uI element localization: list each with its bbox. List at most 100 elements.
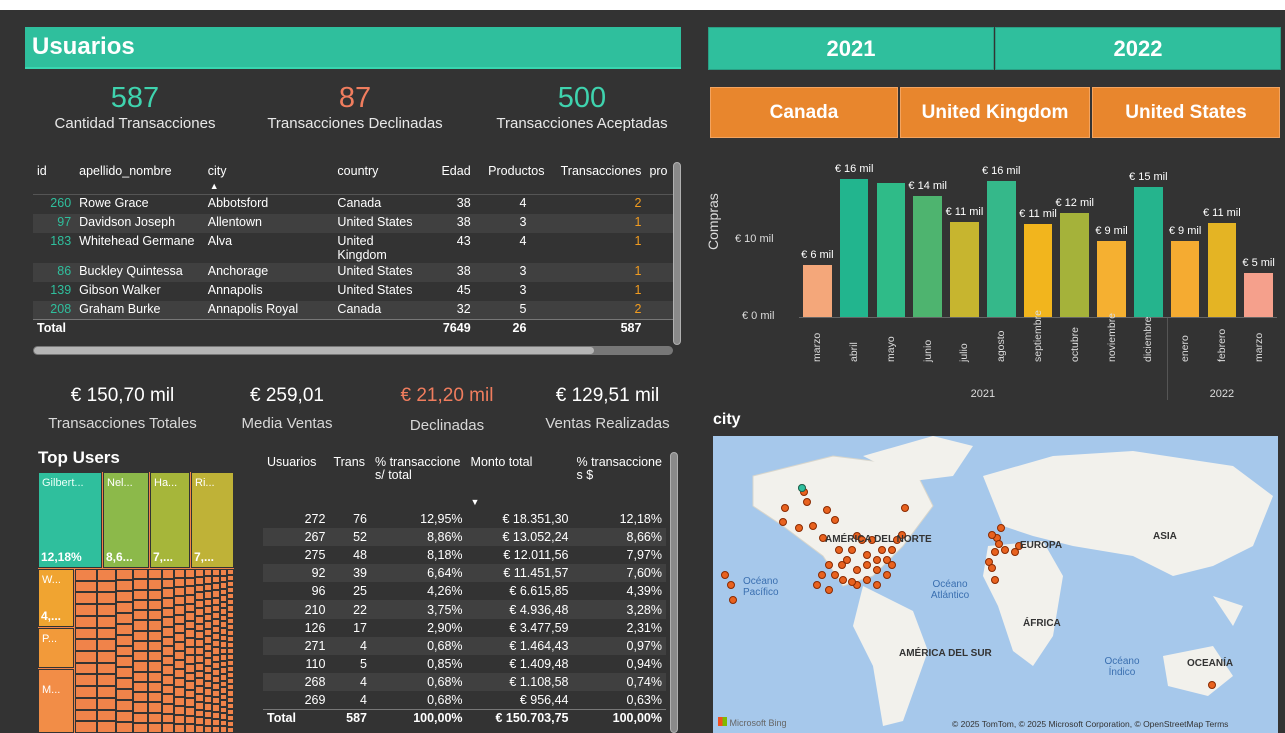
column-header[interactable]: id <box>33 162 75 195</box>
treemap-tile[interactable] <box>204 673 212 681</box>
treemap-tile[interactable] <box>148 702 162 713</box>
treemap-tile[interactable] <box>75 580 97 593</box>
column-header[interactable]: pro <box>645 162 673 195</box>
treemap-tile[interactable] <box>185 629 195 639</box>
treemap-tile[interactable] <box>220 693 227 701</box>
users-table-vertical-scrollbar[interactable] <box>673 162 681 345</box>
treemap-tile[interactable] <box>162 713 174 724</box>
top-users-treemap[interactable]: Gilbert... 12,18% Nel... 8,6... Ha... 7,… <box>38 472 234 733</box>
treemap-tile[interactable] <box>174 578 185 588</box>
treemap-tile[interactable]: Ri... 7,... <box>191 472 234 568</box>
city-marker[interactable] <box>873 556 881 564</box>
city-marker[interactable] <box>818 571 826 579</box>
treemap-tile[interactable] <box>212 618 220 627</box>
treemap-tile[interactable] <box>212 569 220 577</box>
table-row[interactable]: 97 Davidson Joseph Allentown United Stat… <box>33 213 673 233</box>
city-marker[interactable] <box>831 571 839 579</box>
treemap-tile[interactable] <box>148 599 162 610</box>
treemap-tile[interactable] <box>75 662 97 675</box>
treemap-tile[interactable] <box>148 640 162 651</box>
treemap-tile[interactable] <box>212 725 220 733</box>
treemap-tile[interactable] <box>75 697 97 710</box>
city-marker[interactable] <box>1001 546 1009 554</box>
treemap-tile[interactable] <box>75 615 97 628</box>
city-marker[interactable] <box>839 576 847 584</box>
city-marker[interactable] <box>813 581 821 589</box>
treemap-tile[interactable] <box>204 583 212 592</box>
treemap-tile[interactable] <box>133 661 148 672</box>
treemap-tile[interactable] <box>162 588 174 598</box>
treemap-tile[interactable] <box>75 592 97 605</box>
treemap-tile[interactable] <box>195 717 204 726</box>
treemap-tile[interactable] <box>185 603 195 613</box>
treemap-tile[interactable] <box>212 683 220 691</box>
table-row[interactable]: 268 4 0,68% € 1.108,58 0,74% <box>263 672 666 691</box>
city-marker[interactable] <box>878 546 886 554</box>
column-header[interactable]: country <box>333 162 424 195</box>
treemap-tile[interactable] <box>195 592 204 601</box>
treemap-tile[interactable] <box>185 681 195 690</box>
bar[interactable] <box>1133 187 1163 317</box>
treemap-tile[interactable] <box>212 718 220 726</box>
treemap-tile[interactable] <box>195 670 204 679</box>
treemap-tile[interactable] <box>97 627 116 640</box>
country-canada-button[interactable]: Canada <box>710 87 898 138</box>
city-marker[interactable] <box>729 596 737 604</box>
treemap-tile[interactable] <box>97 651 116 663</box>
treemap-tile[interactable] <box>220 595 227 602</box>
bar[interactable] <box>876 182 906 317</box>
column-header[interactable]: apellido_nombre <box>75 162 204 195</box>
treemap-tile[interactable] <box>220 628 227 635</box>
treemap-tile[interactable] <box>195 600 204 609</box>
city-marker[interactable] <box>835 546 843 554</box>
treemap-tile[interactable] <box>220 601 227 609</box>
treemap-tile[interactable] <box>195 631 204 640</box>
treemap-tile[interactable] <box>220 660 227 668</box>
treemap-tile[interactable] <box>174 632 185 642</box>
treemap-tile[interactable] <box>162 569 174 579</box>
treemap-tile[interactable] <box>133 702 148 713</box>
treemap-tile[interactable] <box>162 665 174 676</box>
treemap-tile[interactable] <box>185 672 195 682</box>
treemap-tile[interactable] <box>97 580 116 593</box>
treemap-tile[interactable] <box>133 712 148 723</box>
city-marker[interactable] <box>863 551 871 559</box>
treemap-tile[interactable] <box>75 686 97 698</box>
treemap-tile[interactable] <box>195 576 204 585</box>
table-row[interactable]: 139 Gibson Walker Annapolis United State… <box>33 282 673 301</box>
treemap-tile[interactable] <box>97 721 116 733</box>
table-row[interactable]: 260 Rowe Grace Abbotsford Canada 38 4 2 <box>33 195 673 214</box>
treemap-tile[interactable] <box>220 673 227 681</box>
treemap-tile[interactable] <box>220 726 227 733</box>
city-marker-selected[interactable] <box>798 484 806 492</box>
treemap-tile[interactable] <box>116 569 133 580</box>
treemap-tile[interactable] <box>195 686 204 694</box>
column-header[interactable]: Trans <box>329 452 371 510</box>
treemap-tile[interactable] <box>133 569 148 580</box>
table-row[interactable]: 210 22 3,75% € 4.936,48 3,28% <box>263 600 666 619</box>
treemap-tile[interactable] <box>185 655 195 664</box>
table-row[interactable]: 208 Graham Burke Annapolis Royal Canada … <box>33 300 673 320</box>
treemap-tile[interactable] <box>185 638 195 647</box>
treemap-tile[interactable]: Ha... 7,... <box>150 472 190 568</box>
treemap-tile[interactable] <box>212 633 220 641</box>
treemap-tile[interactable] <box>97 674 116 687</box>
treemap-tile[interactable] <box>133 630 148 641</box>
treemap-tile[interactable] <box>97 592 116 605</box>
treemap-tile[interactable] <box>212 675 220 684</box>
treemap-tile[interactable] <box>204 680 212 689</box>
treemap-tile[interactable] <box>116 612 133 624</box>
treemap-tile[interactable] <box>116 634 133 646</box>
table-row[interactable]: 183 Whitehead Germane Alva United Kingdo… <box>33 233 673 263</box>
bar[interactable] <box>986 181 1016 317</box>
treemap-tile[interactable] <box>75 674 97 687</box>
city-marker[interactable] <box>883 571 891 579</box>
treemap-tile[interactable] <box>116 700 133 712</box>
treemap-tile[interactable] <box>185 663 195 673</box>
treemap-tile[interactable] <box>97 709 116 722</box>
treemap-tile[interactable] <box>204 725 212 733</box>
column-header[interactable]: Transacciones <box>548 162 645 195</box>
column-header[interactable]: Productos <box>475 162 549 195</box>
treemap-tile[interactable] <box>133 599 148 610</box>
city-marker[interactable] <box>795 524 803 532</box>
